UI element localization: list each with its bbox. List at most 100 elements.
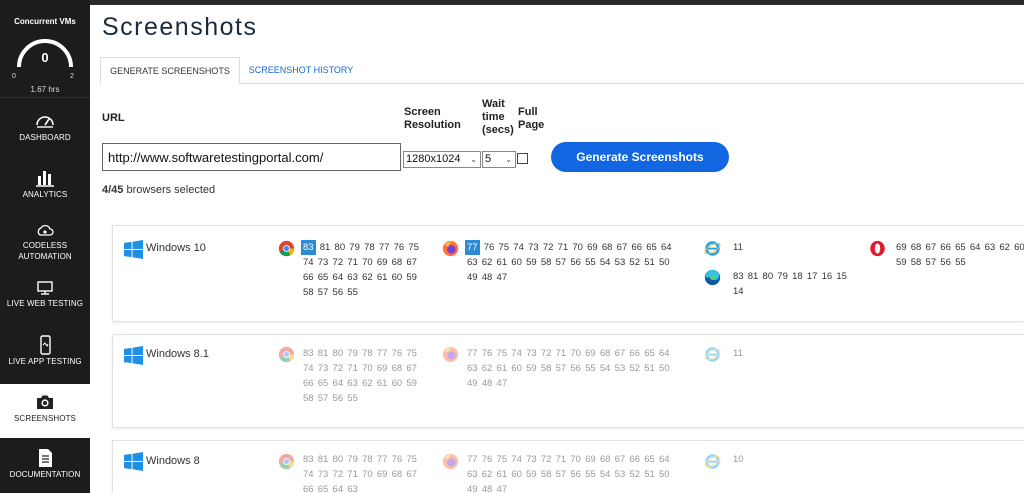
sidebar-item-documentation[interactable]: DOCUMENTATION [0, 442, 90, 493]
browser-version[interactable]: 55 [585, 467, 596, 482]
browser-version[interactable]: 53 [615, 467, 626, 482]
browser-version[interactable]: 58 [303, 285, 314, 300]
browser-version[interactable]: 57 [318, 391, 329, 406]
browser-version[interactable]: 61 [497, 255, 508, 270]
browser-version[interactable]: 62 [482, 467, 493, 482]
browser-version[interactable]: 83 [303, 346, 314, 361]
browser-version[interactable]: 74 [511, 346, 522, 361]
generate-screenshots-button[interactable]: Generate Screenshots [551, 142, 729, 172]
browser-version-selected[interactable]: 77 [465, 240, 480, 255]
browser-version[interactable]: 57 [556, 361, 567, 376]
browser-version[interactable]: 69 [377, 255, 388, 270]
browser-version[interactable]: 71 [558, 240, 569, 255]
browser-version[interactable]: 63 [347, 376, 358, 391]
browser-version[interactable]: 10 [733, 452, 744, 467]
browser-version[interactable]: 53 [615, 255, 626, 270]
browser-version[interactable]: 68 [602, 240, 613, 255]
browser-version[interactable]: 61 [497, 361, 508, 376]
browser-version[interactable]: 60 [392, 376, 403, 391]
browser-version[interactable]: 74 [513, 240, 524, 255]
browser-version[interactable]: 58 [541, 361, 552, 376]
browser-version[interactable]: 55 [585, 361, 596, 376]
browser-version[interactable]: 69 [896, 240, 907, 255]
browser-version[interactable]: 56 [940, 255, 951, 270]
browser-version[interactable]: 48 [482, 482, 493, 493]
browser-version[interactable]: 55 [585, 255, 596, 270]
browser-version[interactable]: 65 [644, 346, 655, 361]
browser-version[interactable]: 56 [333, 285, 344, 300]
browser-version[interactable]: 66 [631, 240, 642, 255]
browser-version[interactable]: 62 [362, 270, 373, 285]
browser-version[interactable]: 51 [644, 255, 655, 270]
browser-version[interactable]: 73 [528, 240, 539, 255]
browser-version[interactable]: 55 [347, 285, 358, 300]
browser-version[interactable]: 69 [585, 346, 596, 361]
browser-version[interactable]: 64 [661, 240, 672, 255]
browser-version[interactable]: 64 [659, 452, 670, 467]
sidebar-item-screenshots[interactable]: SCREENSHOTS [0, 384, 90, 438]
browser-version[interactable]: 72 [541, 346, 552, 361]
browser-version[interactable]: 67 [615, 346, 626, 361]
browser-version[interactable]: 71 [347, 467, 358, 482]
browser-version[interactable]: 68 [392, 361, 403, 376]
browser-version[interactable]: 61 [377, 270, 388, 285]
firefox-icon[interactable] [442, 346, 459, 363]
chrome-icon[interactable] [278, 346, 295, 363]
edge-icon[interactable] [704, 269, 721, 286]
internet-explorer-icon[interactable] [704, 346, 721, 363]
browser-version[interactable]: 55 [347, 391, 358, 406]
browser-version[interactable]: 48 [482, 376, 493, 391]
browser-version[interactable]: 68 [600, 452, 611, 467]
browser-version[interactable]: 78 [362, 346, 373, 361]
browser-version[interactable]: 67 [615, 452, 626, 467]
browser-version[interactable]: 67 [617, 240, 628, 255]
browser-version[interactable]: 77 [379, 240, 390, 255]
browser-version[interactable]: 67 [926, 240, 937, 255]
browser-version[interactable]: 63 [985, 240, 996, 255]
browser-version[interactable]: 80 [333, 452, 344, 467]
browser-version[interactable]: 54 [600, 467, 611, 482]
browser-version[interactable]: 70 [570, 346, 581, 361]
browser-version[interactable]: 81 [320, 240, 331, 255]
opera-icon[interactable] [869, 240, 886, 257]
browser-version[interactable]: 77 [377, 346, 388, 361]
browser-version[interactable]: 58 [541, 255, 552, 270]
browser-version[interactable]: 72 [333, 467, 344, 482]
browser-version[interactable]: 57 [556, 467, 567, 482]
browser-version[interactable]: 65 [646, 240, 657, 255]
browser-version[interactable]: 18 [792, 269, 803, 284]
browser-version[interactable]: 54 [600, 255, 611, 270]
browser-version[interactable]: 73 [318, 255, 329, 270]
url-input[interactable] [102, 143, 401, 171]
browser-version[interactable]: 64 [333, 482, 344, 493]
browser-version[interactable]: 64 [970, 240, 981, 255]
browser-version[interactable]: 67 [406, 361, 417, 376]
browser-version[interactable]: 79 [777, 269, 788, 284]
browser-version[interactable]: 52 [629, 255, 640, 270]
browser-version[interactable]: 77 [467, 346, 478, 361]
browser-version[interactable]: 69 [585, 452, 596, 467]
browser-version[interactable]: 64 [333, 270, 344, 285]
browser-version[interactable]: 63 [467, 467, 478, 482]
browser-version[interactable]: 60 [511, 467, 522, 482]
browser-version[interactable]: 76 [482, 452, 493, 467]
browser-version[interactable]: 68 [600, 346, 611, 361]
browser-version[interactable]: 57 [556, 255, 567, 270]
browser-version-selected[interactable]: 83 [301, 240, 316, 255]
browser-version[interactable]: 70 [362, 467, 373, 482]
wait-time-select[interactable]: 5 ⌄ [482, 151, 516, 168]
browser-version[interactable]: 47 [497, 270, 508, 285]
browser-version[interactable]: 75 [497, 452, 508, 467]
browser-version[interactable]: 48 [482, 270, 493, 285]
browser-version[interactable]: 72 [543, 240, 554, 255]
browser-version[interactable]: 75 [497, 346, 508, 361]
browser-version[interactable]: 81 [748, 269, 759, 284]
browser-version[interactable]: 75 [408, 240, 419, 255]
browser-version[interactable]: 65 [955, 240, 966, 255]
browser-version[interactable]: 66 [303, 376, 314, 391]
sidebar-item-codeless-automation[interactable]: CODELESS AUTOMATION [0, 218, 90, 270]
browser-version[interactable]: 73 [526, 452, 537, 467]
browser-version[interactable]: 78 [362, 452, 373, 467]
browser-version[interactable]: 16 [822, 269, 833, 284]
sidebar-item-live-web-testing[interactable]: LIVE WEB TESTING [0, 274, 90, 326]
